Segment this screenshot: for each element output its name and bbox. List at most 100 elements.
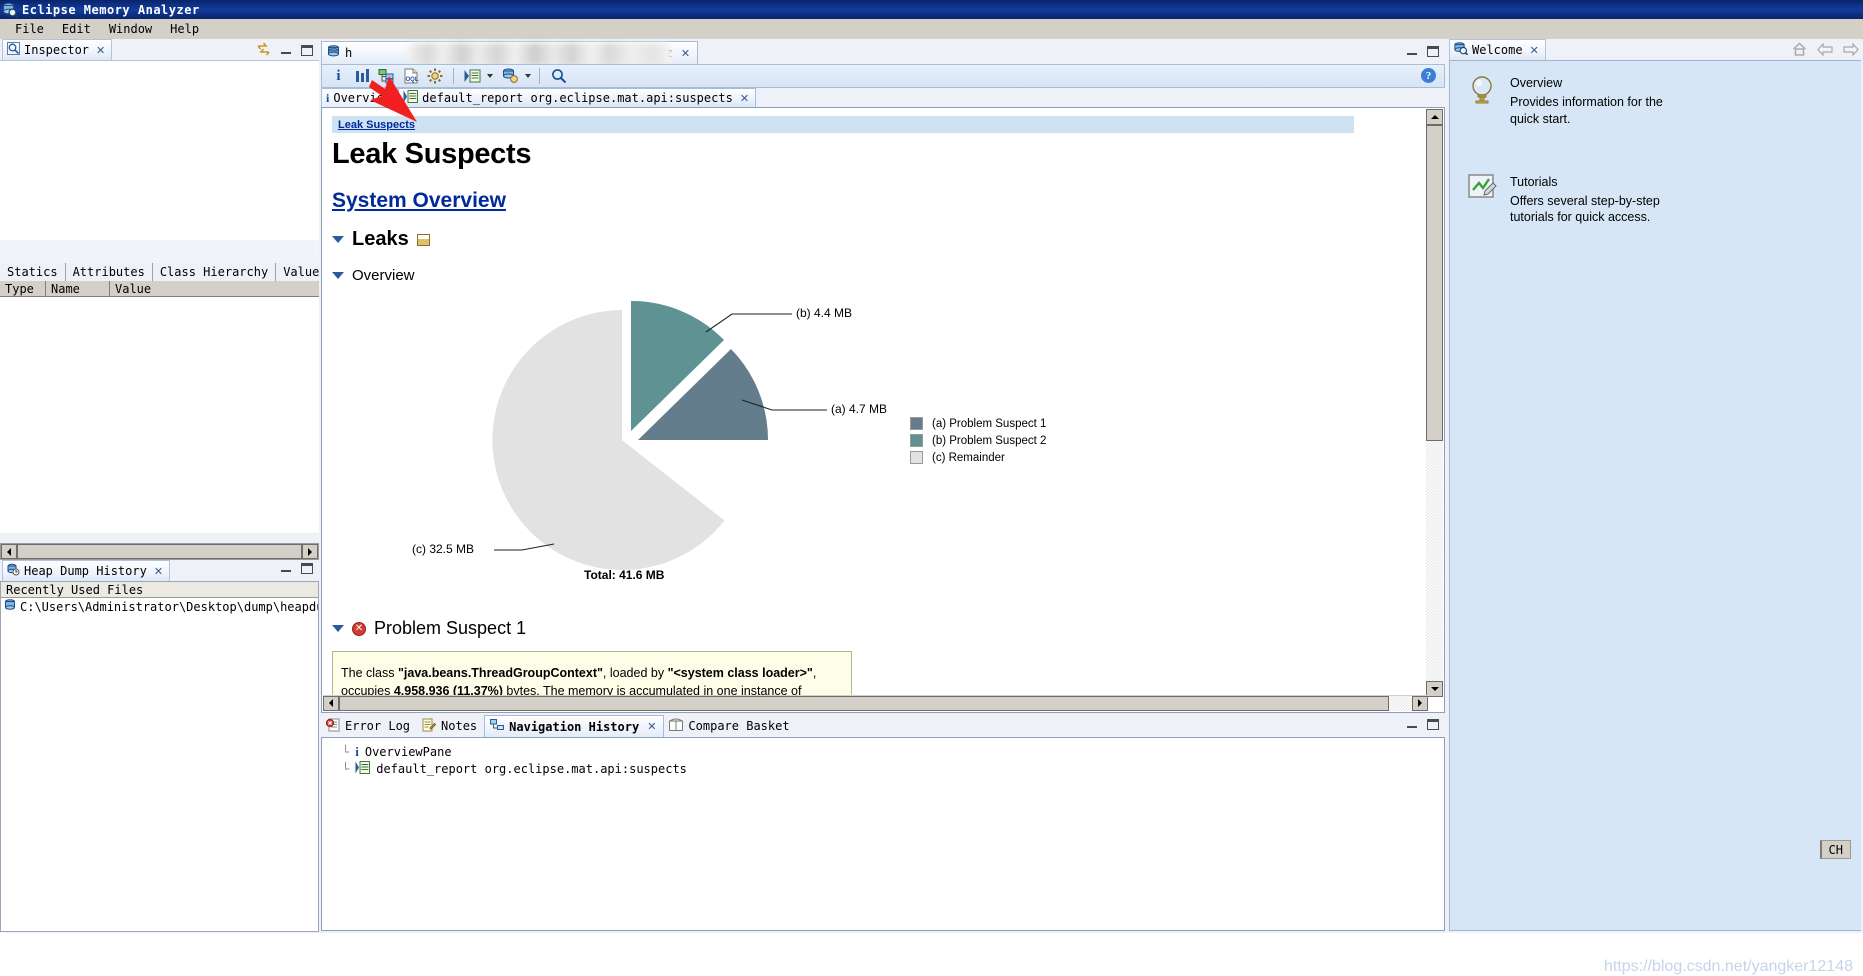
pie-callout-label-suspect-1: (a) 4.7 MB (831, 402, 888, 416)
column-name[interactable]: Name (46, 281, 110, 296)
minimize-icon[interactable] (1406, 46, 1418, 57)
section-problem-suspect-1[interactable]: ✕ Problem Suspect 1 (332, 618, 1370, 639)
inspector-tab-label: Inspector (24, 43, 90, 57)
menu-help[interactable]: Help (161, 20, 208, 38)
menu-window[interactable]: Window (100, 20, 161, 38)
section-overview[interactable]: Overview (332, 267, 1370, 284)
maximize-icon[interactable] (301, 563, 313, 574)
tab-heap-dump-editor[interactable]: h 70308. hprof. gz ✕ (321, 41, 699, 65)
bottom-tab-row: Error Log Notes Navigation History ✕ Com… (321, 715, 1445, 737)
tab-compare-basket[interactable]: Compare Basket (664, 715, 796, 737)
tutorials-icon (1468, 173, 1498, 227)
forward-icon[interactable] (1843, 41, 1859, 59)
close-icon[interactable]: ✕ (740, 92, 749, 105)
maximize-icon[interactable] (1427, 46, 1439, 57)
column-type[interactable]: Type (0, 281, 46, 296)
chevron-down-icon[interactable] (525, 74, 531, 78)
page-title: Leak Suspects (332, 138, 532, 170)
tab-welcome[interactable]: Welcome ✕ (1449, 39, 1546, 60)
home-icon[interactable] (1792, 42, 1807, 59)
search-icon[interactable] (548, 66, 569, 86)
editor-view-controls (1406, 46, 1439, 57)
minimize-icon[interactable] (1406, 719, 1418, 730)
chevron-down-icon[interactable] (332, 272, 344, 279)
close-icon[interactable]: ✕ (681, 47, 690, 60)
chevron-down-icon[interactable] (332, 625, 344, 632)
close-icon[interactable]: ✕ (96, 44, 105, 57)
legend-swatch-remainder (910, 451, 923, 464)
maximize-icon[interactable] (301, 45, 313, 56)
inspector-view-controls (256, 42, 313, 59)
sub-tab-statics[interactable]: Statics (0, 263, 66, 281)
scroll-thumb[interactable] (1426, 125, 1443, 441)
chevron-down-icon[interactable] (332, 236, 344, 243)
minimize-icon[interactable] (280, 45, 292, 56)
scroll-track[interactable] (17, 544, 302, 559)
query-browser-icon[interactable] (424, 66, 445, 86)
minimize-icon[interactable] (280, 563, 292, 574)
menu-file[interactable]: File (6, 20, 53, 38)
breadcrumb-link-leak-suspects[interactable]: Leak Suspects (338, 119, 415, 131)
list-item[interactable]: └ i OverviewPane (330, 743, 1444, 760)
tab-overview[interactable]: i Overview (321, 88, 399, 107)
editor-tab-row: h 70308. hprof. gz ✕ (321, 41, 1445, 65)
input-method-indicator[interactable]: CH (1819, 840, 1851, 859)
scroll-left-icon[interactable] (323, 695, 339, 711)
list-item[interactable]: └ default_report org.eclipse.mat.api:sus… (330, 760, 1444, 777)
open-query-icon[interactable] (462, 66, 483, 86)
tab-notes[interactable]: Notes (417, 715, 484, 737)
tab-inspector[interactable]: Inspector ✕ (2, 39, 113, 60)
column-value[interactable]: Value (110, 281, 319, 296)
report-horizontal-scrollbar[interactable] (323, 695, 1428, 711)
run-expert-system-icon[interactable] (500, 66, 521, 86)
window-title: Eclipse Memory Analyzer (22, 2, 200, 17)
inspector-view: Inspector ✕ Statics Attributes Class Hie… (0, 39, 339, 560)
bottom-panel: Error Log Notes Navigation History ✕ Com… (319, 713, 1447, 933)
oql-icon[interactable]: OQL (400, 66, 421, 86)
histogram-icon[interactable] (352, 66, 373, 86)
sync-icon[interactable] (256, 42, 271, 59)
scroll-right-icon[interactable] (302, 544, 318, 559)
inner-tab-label: default_report org.eclipse.mat.api:suspe… (422, 91, 733, 105)
list-item[interactable]: C:\Users\Administrator\Desktop\dump\heap… (1, 598, 318, 615)
sub-tab-class-hierarchy[interactable]: Class Hierarchy (152, 263, 277, 281)
scroll-left-icon[interactable] (1, 544, 17, 559)
menu-edit[interactable]: Edit (53, 20, 100, 38)
close-icon[interactable]: ✕ (154, 565, 163, 578)
scroll-track[interactable] (1389, 695, 1412, 711)
desc-part-bold: "java.beans.ThreadGroupContext" (397, 666, 603, 680)
info-icon: i (326, 90, 330, 105)
scroll-thumb[interactable] (17, 544, 302, 559)
info-icon[interactable]: i (328, 66, 349, 86)
tab-navigation-history[interactable]: Navigation History ✕ (484, 715, 665, 737)
help-icon[interactable]: ? (1421, 68, 1436, 83)
system-overview-link[interactable]: System Overview (332, 189, 1370, 213)
close-icon[interactable]: ✕ (647, 720, 656, 733)
sub-tab-attributes[interactable]: Attributes (65, 263, 153, 281)
inspector-icon (7, 42, 20, 58)
scroll-up-icon[interactable] (1426, 109, 1443, 125)
scroll-down-icon[interactable] (1426, 681, 1443, 697)
heap-history-content: Recently Used Files C:\Users\Administrat… (0, 581, 319, 932)
back-icon[interactable] (1817, 41, 1833, 59)
close-icon[interactable]: ✕ (1530, 44, 1539, 57)
welcome-item-overview[interactable]: Overview Provides information for the qu… (1468, 75, 1861, 128)
chevron-down-icon[interactable] (487, 74, 493, 78)
navigation-history-icon (490, 718, 505, 735)
tab-heap-dump-history[interactable]: Heap Dump History ✕ (2, 560, 171, 581)
inspector-horizontal-scrollbar[interactable] (0, 543, 319, 560)
dominator-tree-icon[interactable] (376, 66, 397, 86)
leak-suspects-pie-chart: (b) 4.4 MB (a) 4.7 MB (c) 32.5 MB (a) Pr… (322, 292, 1362, 612)
scroll-track[interactable] (1426, 441, 1443, 681)
scroll-right-icon[interactable] (1412, 695, 1428, 711)
welcome-view-controls (1792, 41, 1859, 59)
maximize-icon[interactable] (1427, 719, 1439, 730)
report-vertical-scrollbar[interactable] (1426, 109, 1443, 697)
scroll-thumb[interactable] (339, 695, 1389, 711)
section-leaks[interactable]: Leaks (332, 228, 1370, 251)
welcome-item-tutorials[interactable]: Tutorials Offers several step-by-step tu… (1468, 173, 1861, 227)
error-log-icon (325, 718, 340, 735)
tab-default-report[interactable]: default_report org.eclipse.mat.api:suspe… (398, 88, 757, 107)
report-icon (355, 760, 371, 777)
tab-error-log[interactable]: Error Log (321, 715, 417, 737)
